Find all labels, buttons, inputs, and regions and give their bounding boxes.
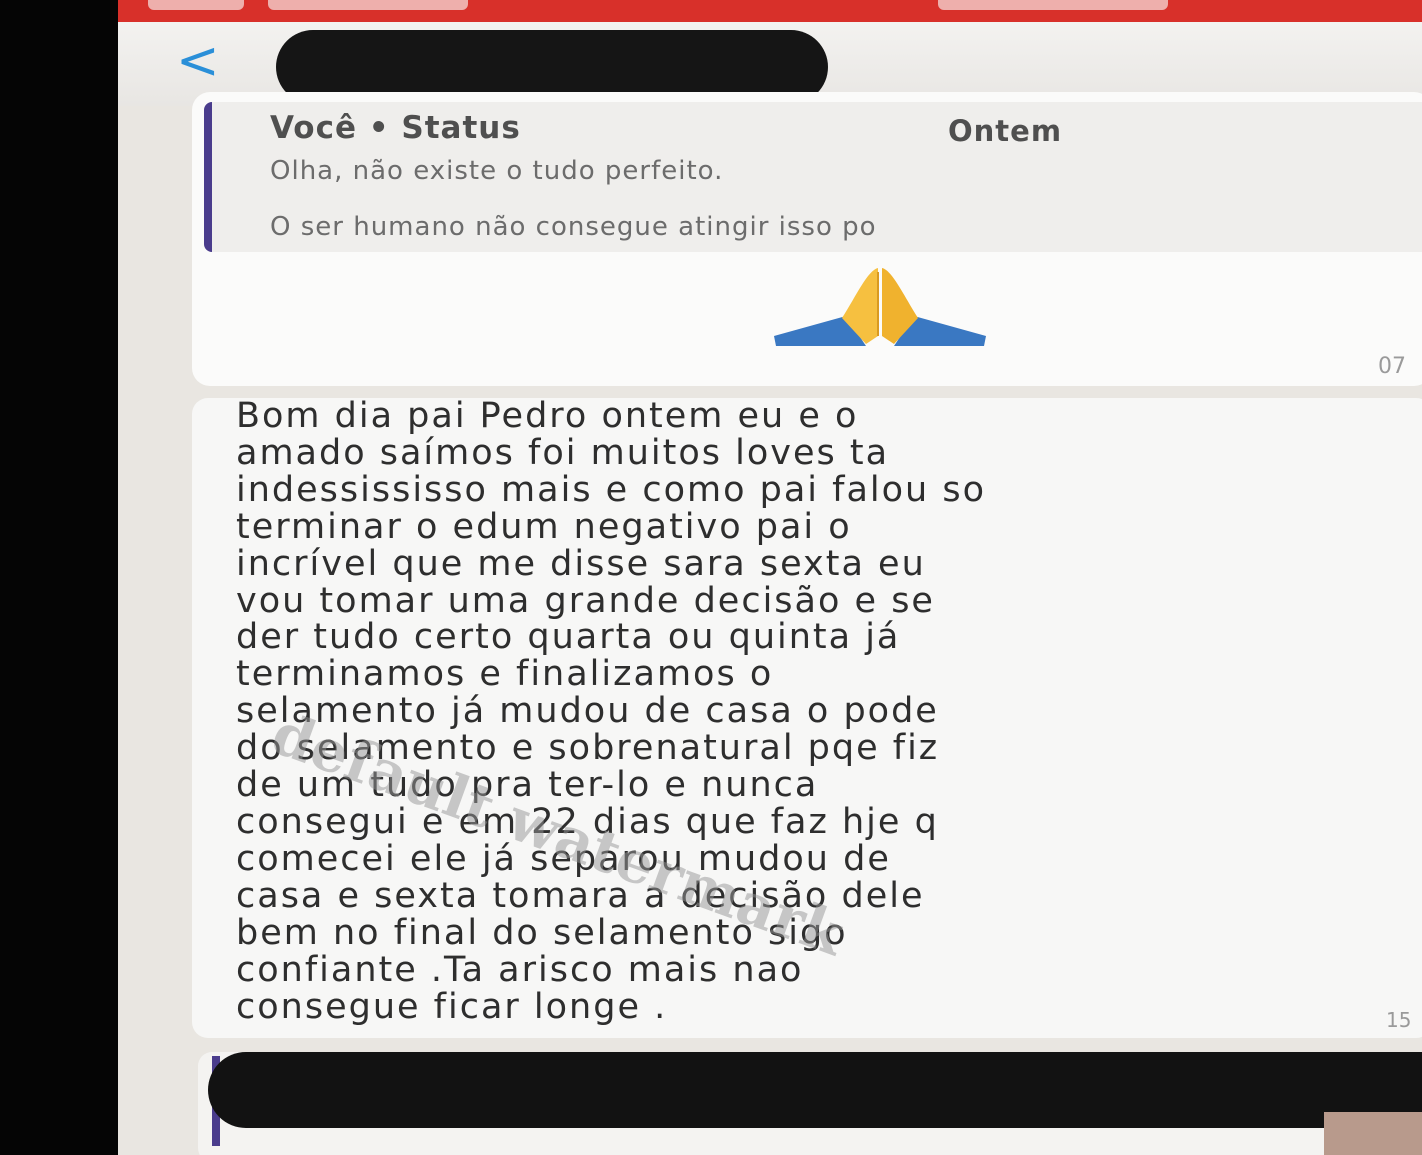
quote-text-line: O ser humano não consegue atingir isso p… [270, 212, 877, 242]
status-reply-message[interactable]: Você • Status Ontem Olha, não existe o t… [192, 92, 1422, 386]
status-bar [118, 0, 1422, 22]
quote-accent-bar [204, 102, 212, 252]
signal-icon [148, 0, 244, 10]
phone-screen: < Você • Status Ontem Olha, não existe o… [118, 0, 1422, 1155]
clock-icon [938, 0, 1168, 10]
message-line: Bom dia pai Pedro ontem eu e o [236, 398, 859, 436]
message-line: incrível que me disse sara sexta eu [236, 543, 926, 584]
message-line: der tudo certo quarta ou quinta já [236, 617, 901, 658]
screenshot-frame: < Você • Status Ontem Olha, não existe o… [0, 0, 1422, 1155]
praying-hands-icon [774, 268, 986, 346]
media-thumbnail[interactable] [1324, 1112, 1422, 1155]
message-timestamp: 07 [1378, 354, 1406, 379]
left-black-bar [0, 0, 118, 1155]
back-arrow-icon[interactable]: < [176, 35, 232, 87]
message-line: terminar o edum negativo pai o [236, 506, 852, 547]
quoted-status[interactable]: Você • Status Ontem Olha, não existe o t… [204, 102, 1422, 252]
message-line: comecei ele já separou mudou de [236, 838, 891, 879]
quote-text-line: Olha, não existe o tudo perfeito. [270, 156, 724, 186]
message-timestamp: 15 [1386, 1008, 1412, 1032]
message-line: consegue ficar longe . [236, 986, 668, 1027]
next-message-redacted [208, 1052, 1422, 1128]
network-icon [268, 0, 468, 10]
quote-author: Você • Status [270, 110, 521, 146]
message-line: selamento já mudou de casa o pode [236, 691, 939, 732]
quote-date: Ontem [948, 114, 1063, 148]
message-line: amado saímos foi muitos loves ta [236, 432, 890, 473]
message-line: terminamos e finalizamos o [236, 654, 774, 695]
message-line: indessississo mais e como pai falou so [236, 469, 987, 510]
message-line: vou tomar uma grande decisão e se [236, 580, 935, 621]
